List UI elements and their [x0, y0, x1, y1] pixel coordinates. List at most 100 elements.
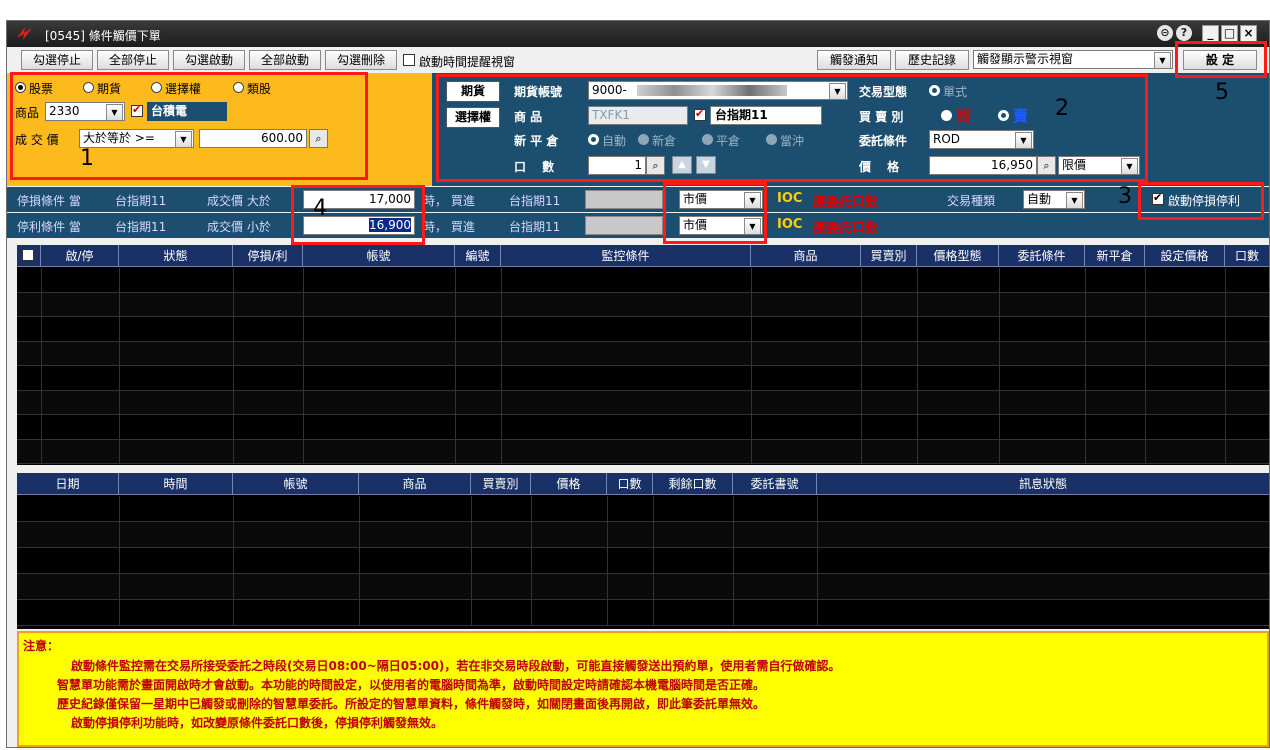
table-row[interactable] — [17, 415, 1269, 440]
table-row[interactable] — [17, 341, 1269, 366]
col-header-condition[interactable]: 監控條件 — [501, 245, 751, 267]
grid-line — [233, 390, 234, 414]
minimize-to-tray-icon[interactable]: ⊝ — [1157, 25, 1173, 41]
grid-line — [119, 341, 120, 365]
grid-line — [233, 415, 234, 439]
select-all-checkbox[interactable] — [22, 249, 34, 261]
col-header-message[interactable]: 訊息狀態 — [817, 473, 1269, 495]
table-row[interactable] — [17, 317, 1269, 342]
table-row[interactable] — [17, 439, 1269, 464]
table-row[interactable] — [17, 390, 1269, 415]
grid-line — [501, 317, 502, 341]
col-header-time[interactable]: 時間 — [119, 473, 233, 495]
table-row[interactable] — [17, 548, 1269, 574]
check-stop-button[interactable]: 勾選停止 — [21, 50, 93, 70]
grid-line — [817, 548, 818, 573]
table-row[interactable] — [17, 600, 1269, 626]
grid-line — [1145, 415, 1146, 439]
grid-line — [817, 600, 818, 625]
grid-line — [751, 341, 752, 365]
grid-line — [1145, 268, 1146, 292]
grid-line — [1145, 390, 1146, 414]
col-header-status[interactable]: 狀態 — [119, 245, 233, 267]
grid-line — [607, 600, 608, 625]
grid-line — [817, 522, 818, 547]
col-header-date[interactable]: 日期 — [17, 473, 119, 495]
grid-line — [751, 439, 752, 463]
check-delete-button[interactable]: 勾選刪除 — [325, 50, 397, 70]
grid-line — [861, 341, 862, 365]
grid-line — [1225, 390, 1226, 414]
grid-line — [233, 600, 234, 625]
history-button[interactable]: 歷史記錄 — [895, 50, 969, 70]
col-header-order-no[interactable]: 委託書號 — [733, 473, 817, 495]
col-header-set-price[interactable]: 設定價格 — [1145, 245, 1225, 267]
table-row[interactable] — [17, 522, 1269, 548]
grid-line — [303, 341, 304, 365]
col-header-remaining-lots[interactable]: 剩餘口數 — [653, 473, 733, 495]
grid-line — [751, 415, 752, 439]
grid-line — [861, 317, 862, 341]
grid-line — [917, 268, 918, 292]
grid-line — [531, 574, 532, 599]
grid-line — [531, 496, 532, 521]
col-header-log-side[interactable]: 買賣別 — [471, 473, 531, 495]
check-start-button[interactable]: 勾選啟動 — [173, 50, 245, 70]
col-header-product[interactable]: 商品 — [751, 245, 861, 267]
col-header-log-price[interactable]: 價格 — [531, 473, 607, 495]
close-button[interactable]: × — [1240, 25, 1257, 42]
grid-line — [233, 366, 234, 390]
grid-line — [501, 366, 502, 390]
grid-line — [119, 292, 120, 316]
stop-all-button[interactable]: 全部停止 — [97, 50, 169, 70]
grid-line — [119, 268, 120, 292]
grid-line — [41, 366, 42, 390]
table-row[interactable] — [17, 292, 1269, 317]
table-row[interactable] — [17, 574, 1269, 600]
start-all-button[interactable]: 全部啟動 — [249, 50, 321, 70]
table-row[interactable] — [17, 366, 1269, 391]
trade-kind-select[interactable]: 自動 ▼ — [1023, 190, 1085, 209]
annotation-3: 3 — [1118, 184, 1132, 209]
grid-line — [751, 292, 752, 316]
grid-line — [751, 268, 752, 292]
col-header-log-lots[interactable]: 口數 — [607, 473, 653, 495]
grid-line — [917, 390, 918, 414]
grid-line — [471, 600, 472, 625]
help-icon[interactable]: ? — [1176, 25, 1192, 41]
grid-line — [917, 366, 918, 390]
grid-line — [999, 292, 1000, 316]
stop-loss-lots-field[interactable] — [585, 190, 663, 209]
grid-line — [999, 341, 1000, 365]
take-profit-lots-field[interactable] — [585, 216, 663, 235]
monitor-table-header: 啟/停 狀態 停損/利 帳號 編號 監控條件 商品 買賣別 價格型態 委託條件 … — [17, 245, 1269, 267]
col-header-toggle[interactable]: 啟/停 — [41, 245, 119, 267]
col-header-account[interactable]: 帳號 — [303, 245, 455, 267]
col-header-log-product[interactable]: 商品 — [359, 473, 471, 495]
table-row[interactable] — [17, 268, 1269, 293]
minimize-button[interactable]: _ — [1202, 25, 1219, 42]
display-mode-select[interactable]: 觸發顯示警示視窗 ▼ — [973, 50, 1173, 69]
maximize-button[interactable]: □ — [1221, 25, 1238, 42]
col-header-lots[interactable]: 口數 — [1225, 245, 1269, 267]
table-row[interactable] — [17, 496, 1269, 522]
annotation-5: 5 — [1215, 80, 1229, 105]
grid-line — [303, 415, 304, 439]
col-header-id[interactable]: 編號 — [455, 245, 501, 267]
grid-line — [1085, 439, 1086, 463]
notice-line-2: 智慧單功能需於畫面開啟時才會啟動。本功能的時間設定，以使用者的電腦時間為準，啟動… — [57, 678, 766, 692]
stop-loss-lots-text: 原委託口數 — [813, 195, 879, 210]
grid-line — [999, 390, 1000, 414]
grid-line — [861, 415, 862, 439]
col-header-order-cond[interactable]: 委託條件 — [999, 245, 1085, 267]
trigger-notify-button[interactable]: 觸發通知 — [817, 50, 891, 70]
grid-line — [359, 522, 360, 547]
col-header-price-type[interactable]: 價格型態 — [917, 245, 999, 267]
col-header-open-close[interactable]: 新平倉 — [1085, 245, 1145, 267]
col-header-side[interactable]: 買賣別 — [861, 245, 917, 267]
grid-line — [1145, 292, 1146, 316]
trade-kind-value: 自動 — [1027, 192, 1052, 206]
col-header-log-account[interactable]: 帳號 — [233, 473, 359, 495]
remind-window-checkbox[interactable] — [403, 54, 415, 66]
col-header-stop-type[interactable]: 停損/利 — [233, 245, 303, 267]
